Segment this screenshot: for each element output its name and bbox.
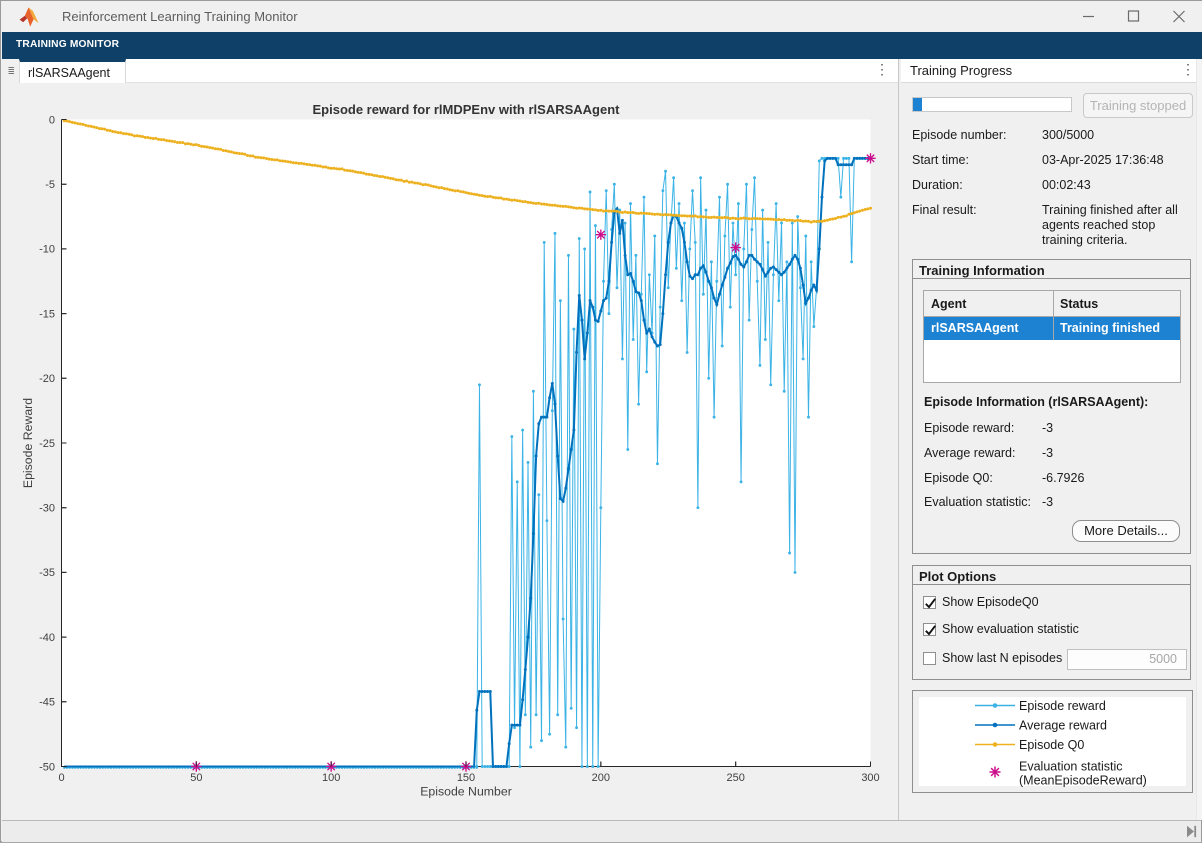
svg-text:Average reward: Average reward [1019, 719, 1107, 733]
svg-text:Episode Q0: Episode Q0 [1019, 738, 1084, 752]
svg-text:-15: -15 [39, 308, 55, 320]
svg-text:0: 0 [49, 114, 55, 126]
svg-text:300: 300 [861, 772, 879, 784]
svg-text:-40: -40 [39, 632, 55, 644]
svg-text:Episode Reward: Episode Reward [21, 398, 35, 488]
svg-text:Evaluation statistic: Evaluation statistic [1019, 760, 1123, 774]
svg-text:150: 150 [457, 772, 475, 784]
svg-text:-30: -30 [39, 503, 55, 515]
svg-text:Episode reward for rlMDPEnv wi: Episode reward for rlMDPEnv with rlSARSA… [313, 102, 621, 117]
svg-text:100: 100 [322, 772, 340, 784]
svg-text:-10: -10 [39, 244, 55, 256]
svg-text:-20: -20 [39, 373, 55, 385]
svg-text:-5: -5 [45, 179, 55, 191]
svg-text:50: 50 [190, 772, 202, 784]
svg-text:-50: -50 [39, 761, 55, 773]
svg-text:0: 0 [58, 772, 64, 784]
svg-text:(MeanEpisodeReward): (MeanEpisodeReward) [1019, 774, 1147, 788]
svg-text:250: 250 [726, 772, 744, 784]
svg-text:-25: -25 [39, 438, 55, 450]
svg-text:-35: -35 [39, 567, 55, 579]
svg-text:Episode reward: Episode reward [1019, 699, 1106, 713]
svg-text:-45: -45 [39, 697, 55, 709]
svg-text:Episode Number: Episode Number [420, 785, 512, 799]
svg-text:200: 200 [592, 772, 610, 784]
